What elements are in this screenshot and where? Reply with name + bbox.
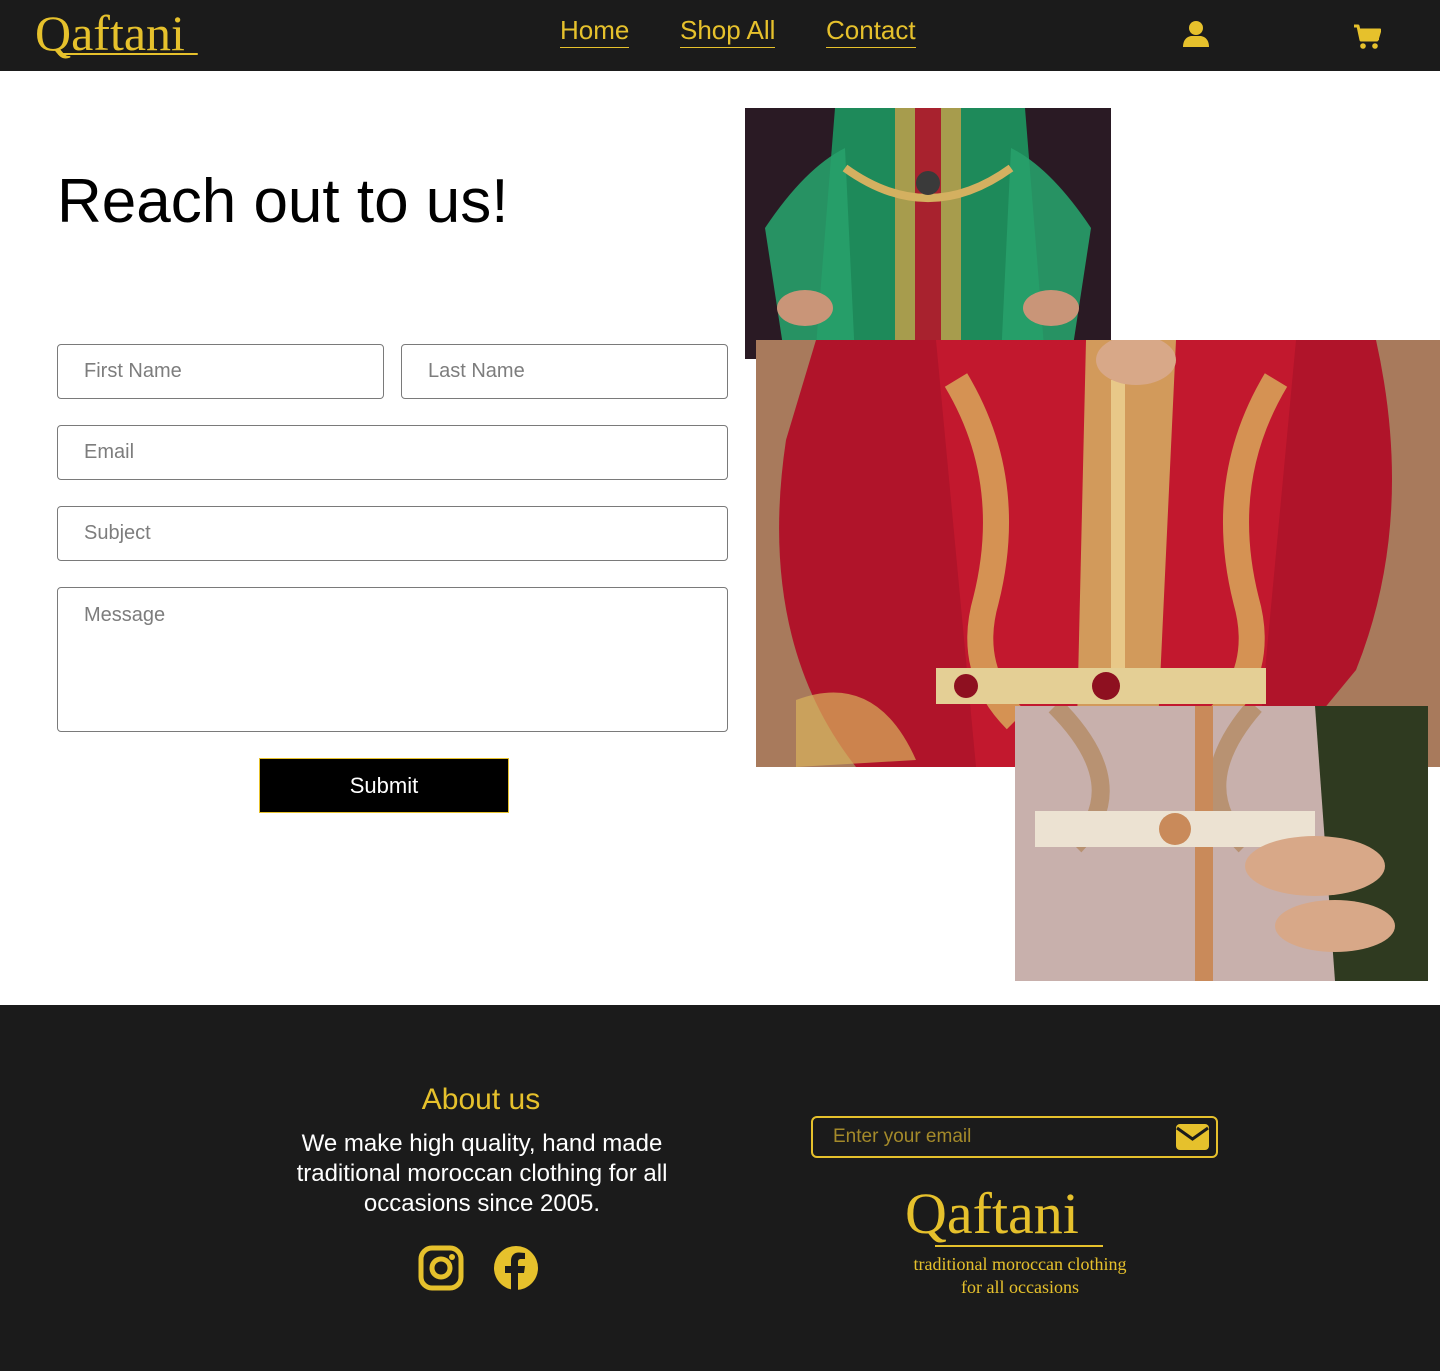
green-kaftan-photo	[745, 108, 1111, 359]
site-header: Qaftani Home Shop All Contact	[0, 0, 1440, 71]
subject-input[interactable]	[57, 506, 728, 561]
message-textarea[interactable]	[57, 587, 728, 732]
email-input[interactable]	[57, 425, 728, 480]
red-kaftan-photo	[756, 340, 1440, 767]
tagline-line-1: traditional moroccan clothing	[913, 1254, 1127, 1274]
beige-kaftan-photo	[1015, 706, 1428, 981]
mail-icon[interactable]	[1175, 1122, 1210, 1152]
nav-shop-all-link[interactable]: Shop All	[680, 14, 776, 48]
about-title: About us	[421, 1083, 541, 1116]
submit-button[interactable]: Submit	[259, 758, 509, 813]
footer-logo-underline	[935, 1245, 1103, 1247]
nav-contact-link[interactable]: Contact	[826, 14, 916, 48]
tagline-line-2: for all occasions	[961, 1277, 1079, 1297]
about-text: We make high quality, hand made traditio…	[296, 1130, 668, 1217]
instagram-icon[interactable]	[418, 1245, 464, 1291]
cart-icon[interactable]	[1353, 24, 1381, 50]
facebook-icon[interactable]	[493, 1245, 539, 1291]
nav-home-link[interactable]: Home	[560, 14, 630, 48]
user-icon[interactable]	[1182, 20, 1210, 48]
newsletter-email-input[interactable]	[811, 1116, 1218, 1158]
logo-underline	[58, 53, 198, 55]
footer-logo: Qaftani	[905, 1181, 1079, 1246]
first-name-input[interactable]	[57, 344, 384, 399]
footer-tagline: traditional moroccan clothing for all oc…	[900, 1253, 1140, 1299]
site-footer: About us We make high quality, hand made…	[0, 1005, 1440, 1371]
page-title: Reach out to us!	[57, 167, 509, 236]
last-name-input[interactable]	[401, 344, 728, 399]
